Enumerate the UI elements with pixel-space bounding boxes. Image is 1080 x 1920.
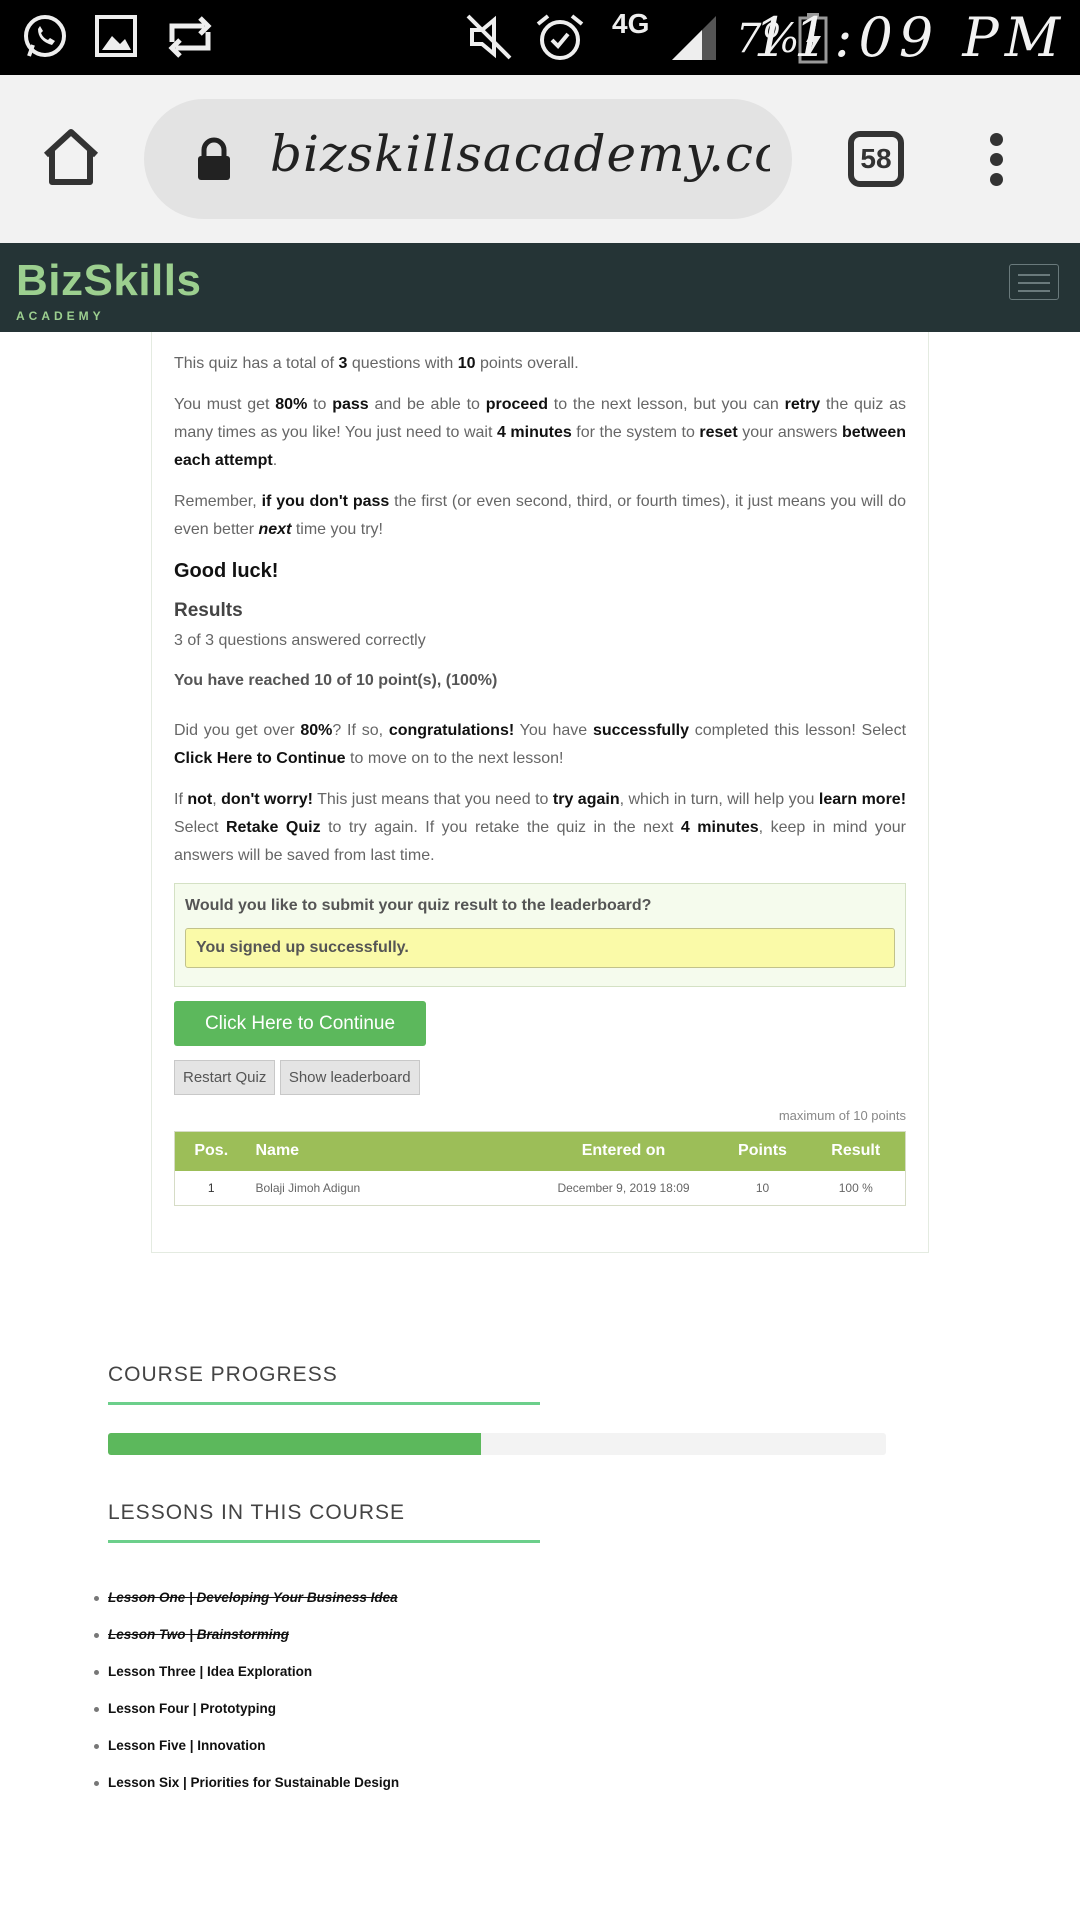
logo-wordmark: BizSkills [16,256,202,305]
column-header-pos: Pos. [174,1131,248,1171]
results-summary: 3 of 3 questions answered correctly [174,632,426,649]
lesson-link[interactable]: Lesson Six | Priorities for Sustainable … [94,1773,794,1810]
url-text[interactable]: bizskillsacademy.com/c [270,125,770,183]
column-header-points: Points [718,1131,807,1171]
table-row: 1 Bolaji Jimoh Adigun December 9, 2019 1… [174,1170,906,1206]
column-header-name: Name [247,1131,529,1171]
clock: 11:09 PM [753,6,1066,69]
lesson-link[interactable]: Lesson Three | Idea Exploration [94,1662,794,1699]
leaderboard-table: Pos. Name Entered on Points Result 1 Bol… [174,1131,906,1206]
mute-icon [466,14,512,60]
lesson-link[interactable]: Lesson Five | Innovation [94,1736,794,1773]
lessons-divider [108,1540,540,1543]
alarm-icon [536,14,584,60]
quiz-rules: You must get 80% to pass and be able to … [174,396,907,469]
gallery-icon [95,15,137,57]
lesson-link[interactable]: Lesson Two | Brainstorming [94,1625,794,1662]
status-bar: 4G 7% 11:09 PM [0,0,1080,75]
table-header-row: Pos. Name Entered on Points Result [174,1131,906,1171]
continue-button[interactable]: Click Here to Continue [174,1001,426,1046]
leaderboard-submit-box: Would you like to submit your quiz resul… [174,883,906,987]
cell-result: 100 % [806,1170,906,1206]
browser-menu-icon[interactable] [984,133,1008,193]
cell-points: 10 [718,1170,807,1206]
quiz-content: This quiz has a total of 3 questions wit… [174,350,906,1206]
site-logo[interactable]: BizSkills ACADEMY [16,256,202,324]
quiz-intro: This quiz has a total of 3 questions wit… [174,355,579,372]
hamburger-menu-icon[interactable] [1009,264,1059,300]
lesson-link[interactable]: Lesson Four | Prototyping [94,1699,794,1736]
column-header-result: Result [806,1131,906,1171]
browser-toolbar: bizskillsacademy.com/c 58 [0,75,1080,243]
retry-message: If not, don't worry! This just means tha… [174,791,907,864]
cell-entered-on: December 9, 2019 18:09 [528,1170,719,1206]
course-progress-divider [108,1402,540,1405]
pass-message: Did you get over 80%? If so, congratulat… [174,722,907,767]
tab-switcher-button[interactable]: 58 [848,131,904,187]
column-header-entered-on: Entered on [528,1131,719,1171]
home-icon[interactable] [40,127,102,187]
site-navbar: BizSkills ACADEMY [0,243,1080,332]
lesson-link[interactable]: Lesson One | Developing Your Business Id… [94,1588,794,1625]
restart-quiz-button[interactable]: Restart Quiz [174,1060,276,1095]
network-type: 4G [612,8,650,39]
quiz-remember: Remember, if you don't pass the first (o… [174,493,906,538]
signal-icon [672,16,716,60]
show-leaderboard-button[interactable]: Show leaderboard [279,1060,420,1095]
course-progress-bar [108,1433,886,1455]
lessons-heading: LESSONS IN THIS COURSE [108,1501,406,1524]
sync-icon [168,16,212,58]
lesson-list: Lesson One | Developing Your Business Id… [94,1588,794,1810]
course-progress-fill [108,1433,482,1455]
results-heading: Results [174,600,243,621]
maximum-points-note: maximum of 10 points [778,1108,906,1123]
leaderboard-question: Would you like to submit your quiz resul… [185,897,652,914]
cell-name: Bolaji Jimoh Adigun [247,1170,529,1206]
address-bar[interactable]: bizskillsacademy.com/c [144,99,792,219]
lock-icon [198,137,230,180]
whatsapp-icon [24,15,66,57]
points-reached: You have reached 10 of 10 point(s), (100… [174,672,498,689]
good-luck-heading: Good luck! [174,560,279,582]
quiz-actions: Restart Quiz Show leaderboard [174,1060,906,1095]
logo-subtitle: ACADEMY [16,309,105,323]
cell-pos: 1 [174,1170,248,1206]
signup-success-message: You signed up successfully. [185,928,895,968]
course-progress-heading: COURSE PROGRESS [108,1363,338,1386]
